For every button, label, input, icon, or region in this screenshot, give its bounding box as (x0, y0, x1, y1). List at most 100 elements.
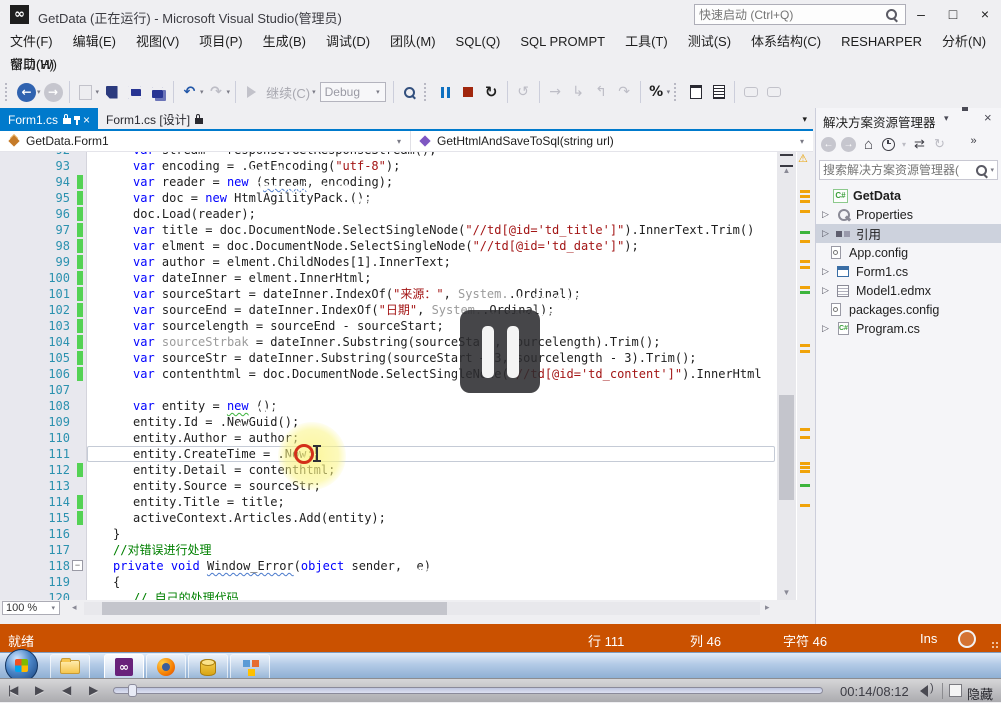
forward-icon[interactable]: → (840, 136, 857, 153)
tree-item-packagesconfig[interactable]: packages.config (816, 300, 1001, 319)
horizontal-scrollbar[interactable] (84, 602, 760, 615)
quick-launch-box[interactable] (694, 4, 906, 25)
code-line[interactable]: 99var author = elment.ChildNodes[1].Inne… (0, 254, 775, 270)
code-text[interactable]: var sourcelength = sourceEnd - sourceSta… (133, 319, 444, 333)
code-text[interactable]: var sourceStr = dateInner.Substring(sour… (133, 351, 697, 365)
warning-marker[interactable] (800, 470, 810, 473)
chevron-down-icon[interactable]: ▾ (900, 136, 908, 153)
code-line[interactable]: 108var entity = new Article(); (0, 398, 775, 414)
taskbar-designer-button[interactable] (230, 654, 270, 680)
code-line[interactable]: 105var sourceStr = dateInner.Substring(s… (0, 350, 775, 366)
code-line[interactable]: 95var doc = new HtmlAgilityPack.HtmlDocu… (0, 190, 775, 206)
code-text[interactable]: //对错误进行处理 (113, 543, 211, 557)
tree-item-getdata[interactable]: GetData (816, 186, 1001, 205)
warning-marker[interactable] (800, 504, 810, 507)
code-line[interactable]: 118−private void Window_Error(object sen… (0, 558, 775, 574)
code-text[interactable]: activeContext.Articles.Add(entity); (133, 511, 386, 525)
saved-change-marker[interactable] (800, 291, 810, 294)
code-line[interactable]: 115activeContext.Articles.Add(entity); (0, 510, 775, 526)
menu-item[interactable]: SQL PROMPT (510, 30, 615, 53)
code-text[interactable]: var doc = new HtmlAgilityPack.HtmlDocume… (133, 191, 371, 205)
menu-item[interactable]: 编辑(E) (63, 30, 126, 53)
warning-marker[interactable] (800, 210, 810, 213)
pin-icon[interactable] (76, 120, 78, 125)
step-into-icon[interactable]: → (546, 83, 565, 102)
code-line[interactable]: 102var sourceEnd = dateInner.IndexOf("日期… (0, 302, 775, 318)
skip-start-button[interactable]: |◀ (8, 683, 16, 697)
step-over-icon[interactable]: ↳ (569, 83, 588, 102)
taskbar-explorer-button[interactable] (50, 654, 90, 680)
code-text[interactable]: entity.Id = Guid.NewGuid(); (133, 415, 299, 429)
code-line[interactable]: 94var reader = new StreamReader(stream, … (0, 174, 775, 190)
code-text[interactable]: var sourceStrbak = dateInner.Substring(s… (133, 335, 660, 349)
code-text[interactable]: var contenthtml = doc.DocumentNode.Selec… (133, 367, 762, 381)
code-line[interactable]: 113entity.Source = sourceStr; (0, 478, 775, 494)
volume-icon[interactable]: ) (920, 685, 938, 697)
menu-item[interactable]: SQL(Q) (446, 30, 511, 53)
expand-arrow-icon[interactable]: ▷ (822, 209, 835, 220)
play-button[interactable]: ▶ (35, 683, 42, 697)
navigate-to-icon[interactable] (686, 83, 705, 102)
step-out-icon[interactable]: ↰ (592, 83, 611, 102)
warning-marker[interactable] (800, 260, 810, 263)
back-icon[interactable]: ← (820, 136, 837, 153)
vertical-scrollbar[interactable]: ▲ ▼ (777, 152, 796, 600)
taskbar-visual-studio-button[interactable]: ∞ (104, 654, 144, 680)
menu-item[interactable]: 视图(V) (126, 30, 189, 53)
next-button[interactable]: ▶ (89, 683, 96, 697)
chevron-down-icon[interactable]: ▾ (96, 88, 100, 96)
warning-marker[interactable] (800, 462, 810, 465)
warning-marker[interactable] (800, 436, 810, 439)
horizontal-scrollbar-thumb[interactable] (102, 602, 447, 615)
nav-forward-icon[interactable]: → (44, 83, 63, 102)
code-line[interactable]: 97var title = doc.DocumentNode.SelectSin… (0, 222, 775, 238)
code-line[interactable]: 101var sourceStart = dateInner.IndexOf("… (0, 286, 775, 302)
expand-arrow-icon[interactable]: ▷ (822, 285, 835, 296)
new-file-icon[interactable] (102, 83, 121, 102)
solution-search-box[interactable]: ▾ (819, 160, 998, 180)
expand-arrow-icon[interactable]: ▷ (822, 266, 835, 277)
code-line[interactable]: 120// 自己的处理代码 (0, 590, 775, 600)
expand-arrow-icon[interactable]: ▷ (822, 323, 835, 334)
scroll-right-icon[interactable]: ▸ (765, 602, 770, 613)
pending-changes-filter-icon[interactable] (880, 136, 897, 153)
hex-display-icon[interactable]: % (647, 83, 666, 102)
code-text[interactable]: } (113, 527, 120, 541)
overflow-icon[interactable]: » (965, 132, 982, 149)
code-line[interactable]: 93var encoding = Encoding.GetEncoding("u… (0, 158, 775, 174)
code-text[interactable]: var dateInner = elment.InnerHtml; (133, 271, 371, 285)
chevron-down-icon[interactable]: ▾ (200, 88, 204, 96)
file-structure-icon[interactable] (709, 83, 728, 102)
tree-item-model1edmx[interactable]: ▷Model1.edmx (816, 281, 1001, 300)
type-dropdown[interactable]: GetData.Form1 ▾ (0, 131, 411, 151)
restart-icon[interactable]: ↻ (482, 83, 501, 102)
fold-collapse-icon[interactable]: − (72, 560, 83, 571)
close-tab-icon[interactable]: × (83, 114, 90, 126)
scroll-down-icon[interactable]: ▼ (777, 588, 796, 597)
saved-change-marker[interactable] (800, 231, 810, 234)
undo-icon[interactable]: ↶ (180, 83, 199, 102)
warning-marker[interactable] (800, 344, 810, 347)
close-panel-icon[interactable]: × (984, 110, 992, 125)
comment-icon[interactable] (741, 83, 760, 102)
code-line[interactable]: 110entity.Author = author; (0, 430, 775, 446)
code-editor[interactable]: 92var stream = response.GetResponseStrea… (0, 152, 813, 600)
code-text[interactable]: doc.Load(reader); (133, 207, 256, 221)
stop-icon[interactable] (459, 83, 478, 102)
code-line[interactable]: 116} (0, 526, 775, 542)
code-text[interactable]: var title = doc.DocumentNode.SelectSingl… (133, 223, 754, 237)
tree-item-appconfig[interactable]: App.config (816, 243, 1001, 262)
warning-marker[interactable] (800, 428, 810, 431)
warning-marker[interactable] (800, 350, 810, 353)
warning-marker[interactable] (800, 195, 810, 198)
tree-item-properties[interactable]: ▷Properties (816, 205, 1001, 224)
code-text[interactable]: private void Window_Error(object sender,… (113, 559, 431, 573)
code-line[interactable]: 119{ (0, 574, 775, 590)
code-line[interactable]: 107 (0, 382, 775, 398)
code-text[interactable]: // 自己的处理代码 (133, 591, 239, 600)
find-icon[interactable] (400, 83, 419, 102)
code-text[interactable]: var author = elment.ChildNodes[1].InnerT… (133, 255, 451, 269)
scroll-left-icon[interactable]: ◂ (72, 602, 77, 613)
code-text[interactable]: var entity = new Article(); (133, 399, 278, 413)
tree-item-programcs[interactable]: ▷Program.cs (816, 319, 1001, 338)
